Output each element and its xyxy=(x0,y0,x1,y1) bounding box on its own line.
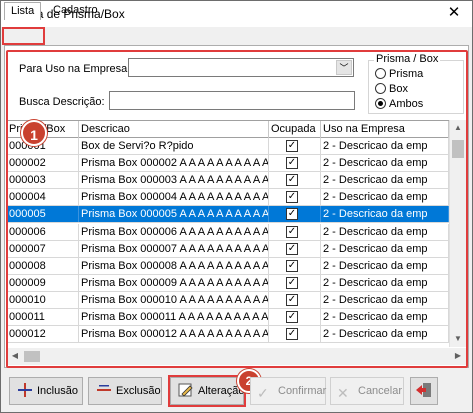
close-icon[interactable]: ✕ xyxy=(444,3,464,23)
confirmar-label: Confirmar xyxy=(278,385,327,397)
confirmar-button[interactable]: ✓ Confirmar xyxy=(250,377,326,405)
cancelar-button[interactable]: ✕ Cancelar xyxy=(330,377,404,405)
alteracao-highlight xyxy=(168,375,246,407)
cancelar-label: Cancelar xyxy=(358,385,403,397)
exclusao-button[interactable]: Exclusão xyxy=(88,377,162,405)
tab-highlight xyxy=(2,27,45,45)
remove-icon xyxy=(97,385,111,391)
check-icon: ✓ xyxy=(257,385,269,401)
add-icon xyxy=(18,383,32,397)
exit-door-icon xyxy=(416,383,431,397)
list-highlight-box xyxy=(6,50,468,368)
cancel-icon: ✕ xyxy=(337,385,349,401)
exclusao-label: Exclusão xyxy=(116,385,161,397)
inclusao-button[interactable]: Inclusão xyxy=(9,377,83,405)
inclusao-label: Inclusão xyxy=(37,385,78,397)
tab-lista[interactable]: Lista xyxy=(4,2,42,20)
step-badge-1: 1 xyxy=(21,120,47,146)
tab-cadastro[interactable]: Cadastro xyxy=(47,2,104,20)
exit-button[interactable] xyxy=(410,377,438,405)
